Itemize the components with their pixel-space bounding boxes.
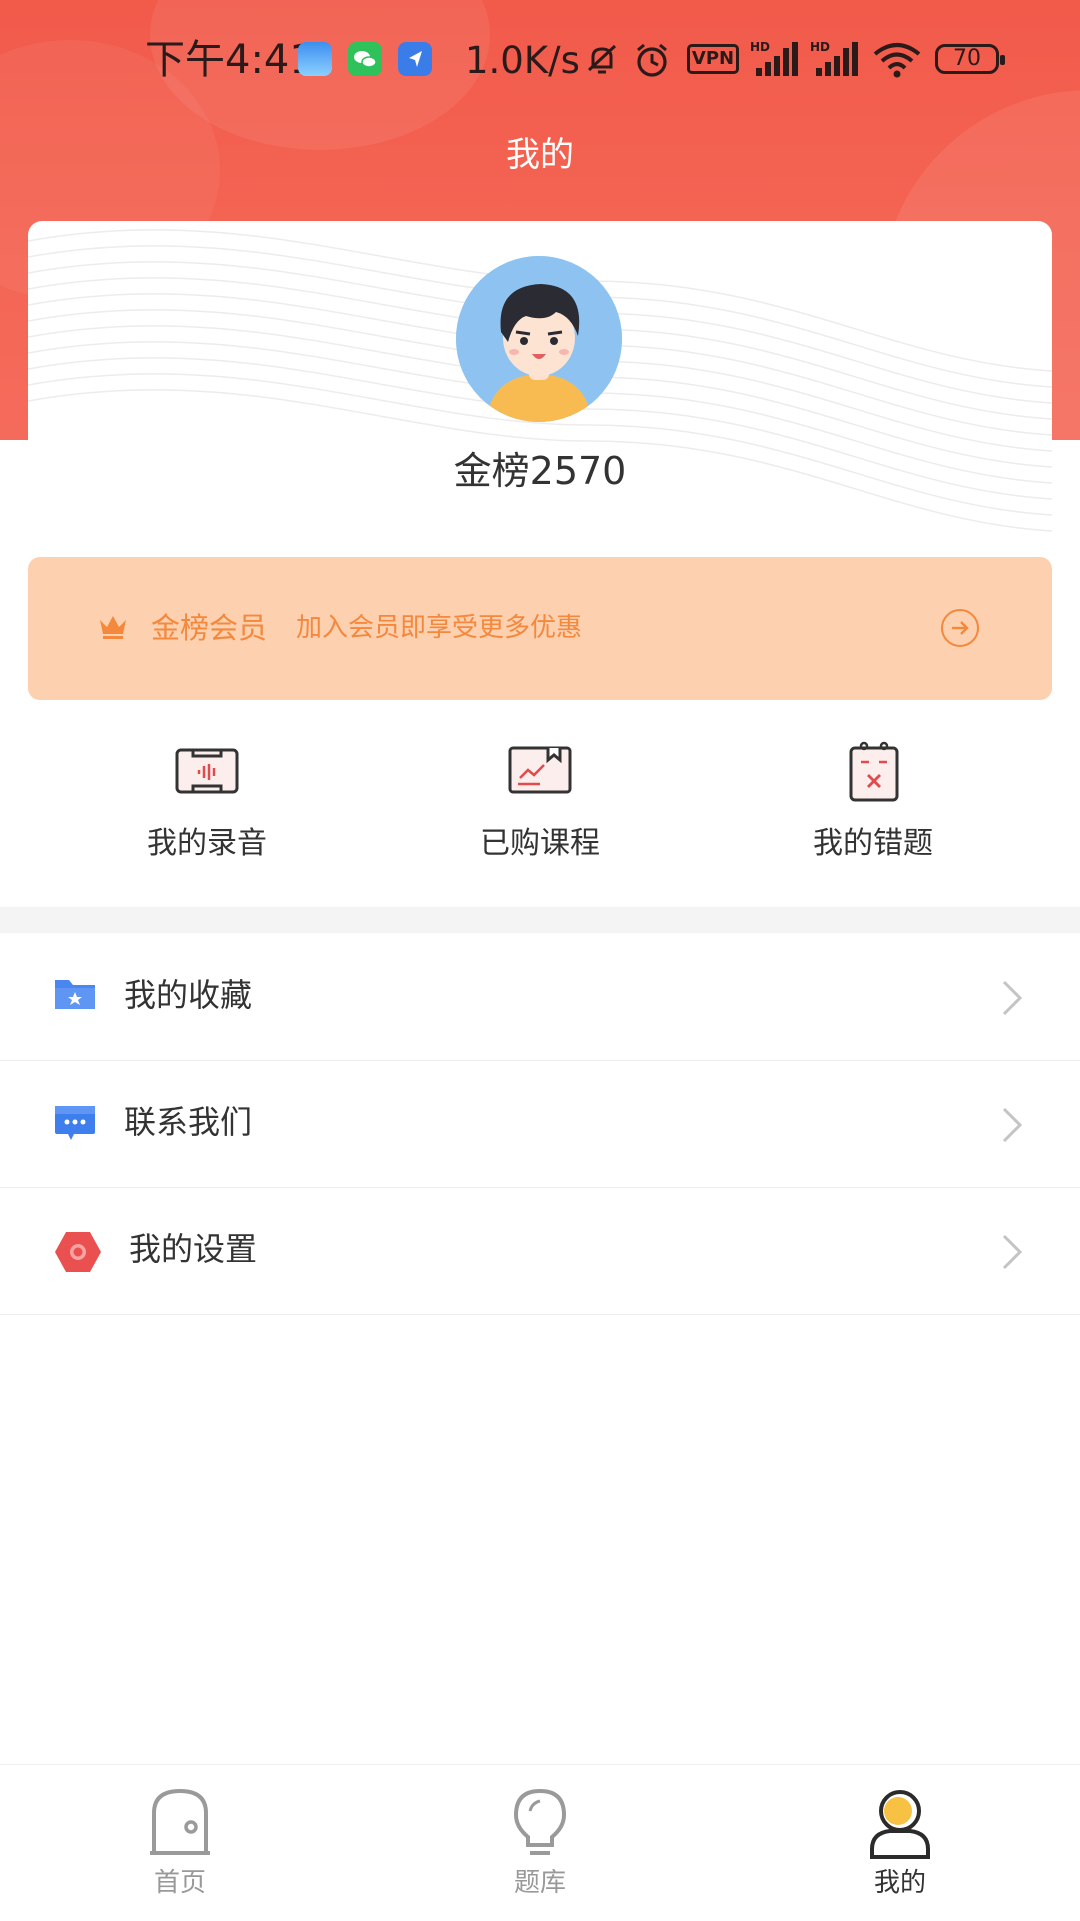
tab-home[interactable]: 首页 xyxy=(80,1765,280,1921)
quick-action-label: 我的错题 xyxy=(813,826,933,861)
chevron-right-icon xyxy=(998,978,1026,1022)
menu-item-contact-us[interactable]: 联系我们 xyxy=(0,1061,1080,1188)
alarm-icon xyxy=(632,40,672,84)
status-bar: 下午4:41 1.0K/s VPN HD HD 70 xyxy=(0,0,1080,120)
profile-card[interactable]: 金榜2570 xyxy=(28,221,1052,551)
menu-item-favorites[interactable]: 我的收藏 xyxy=(0,934,1080,1061)
navigation-app-icon xyxy=(398,42,432,76)
mute-bell-icon xyxy=(583,40,621,82)
chevron-right-icon xyxy=(998,1232,1026,1276)
wrong-questions-icon xyxy=(837,740,909,806)
quick-action-purchased-courses[interactable]: 已购课程 xyxy=(440,740,640,870)
avatar[interactable] xyxy=(456,256,622,422)
svg-text:HD: HD xyxy=(810,40,830,54)
home-icon xyxy=(148,1787,212,1861)
tab-label: 首页 xyxy=(153,1868,206,1898)
vip-subtitle: 加入会员即享受更多优惠 xyxy=(296,613,583,643)
cellular-signal-icon: HD xyxy=(810,40,864,82)
vpn-badge: VPN xyxy=(687,44,739,74)
settings-hexagon-icon xyxy=(54,1230,102,1278)
page-title: 我的 xyxy=(506,136,574,174)
cellular-signal-icon: HD xyxy=(750,40,804,82)
svg-text:HD: HD xyxy=(750,40,770,54)
menu-item-label: 我的收藏 xyxy=(124,976,253,1014)
tab-label: 题库 xyxy=(513,1868,566,1898)
recording-icon xyxy=(171,740,243,804)
tab-question-bank[interactable]: 题库 xyxy=(440,1765,640,1921)
purchased-course-icon xyxy=(504,740,576,804)
menu-item-label: 我的设置 xyxy=(129,1230,258,1268)
status-time: 下午4:41 xyxy=(145,37,315,83)
tab-label: 我的 xyxy=(873,1868,926,1898)
wifi-icon xyxy=(872,40,922,82)
quick-action-recording[interactable]: 我的录音 xyxy=(107,740,307,870)
tab-profile[interactable]: 我的 xyxy=(800,1765,1000,1921)
username: 金榜2570 xyxy=(453,449,627,493)
favorites-folder-icon xyxy=(54,976,96,1016)
contact-chat-icon xyxy=(54,1103,96,1147)
weather-app-icon xyxy=(298,42,332,76)
bottom-tab-bar: 首页 题库 我的 xyxy=(0,1764,1080,1921)
question-bank-bulb-icon xyxy=(508,1787,572,1863)
crown-icon xyxy=(98,612,128,644)
menu-item-settings[interactable]: 我的设置 xyxy=(0,1188,1080,1315)
network-speed: 1.0K/s xyxy=(465,39,580,82)
quick-action-label: 我的录音 xyxy=(147,826,267,861)
avatar-boy-icon xyxy=(456,256,622,422)
battery-indicator: 70 xyxy=(935,44,1005,74)
chevron-right-icon xyxy=(998,1105,1026,1149)
quick-action-label: 已购课程 xyxy=(480,826,600,861)
section-divider xyxy=(0,907,1080,933)
profile-person-icon xyxy=(868,1787,932,1863)
vip-title: 金榜会员 xyxy=(151,611,268,645)
wechat-icon xyxy=(348,42,382,76)
quick-action-wrong-questions[interactable]: 我的错题 xyxy=(773,740,973,870)
menu-item-label: 联系我们 xyxy=(124,1103,253,1141)
vip-membership-banner[interactable]: 金榜会员 加入会员即享受更多优惠 xyxy=(28,557,1052,700)
arrow-right-circle-icon[interactable] xyxy=(941,609,979,647)
